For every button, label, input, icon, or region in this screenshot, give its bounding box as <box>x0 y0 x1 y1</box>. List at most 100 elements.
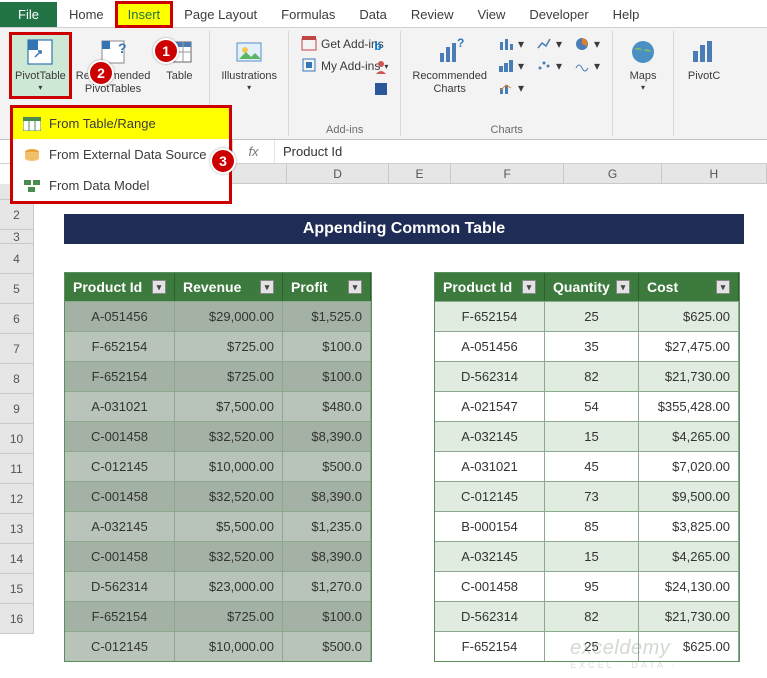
row-header[interactable]: 10 <box>0 424 34 454</box>
data-model-icon <box>23 179 41 193</box>
table-row[interactable]: D-56231482$21,730.00 <box>435 361 739 391</box>
pie-chart-button[interactable]: ▾ <box>568 33 606 55</box>
col-header[interactable]: H <box>662 164 767 184</box>
col-header[interactable]: F <box>451 164 564 184</box>
table-row[interactable]: F-652154$725.00$100.0 <box>65 331 371 361</box>
table-row[interactable]: F-65215425$625.00 <box>435 301 739 331</box>
filter-dropdown-icon[interactable]: ▾ <box>348 280 362 294</box>
table-row[interactable]: C-012145$10,000.00$500.0 <box>65 451 371 481</box>
table-cell: $100.0 <box>283 361 371 391</box>
table-1-header-profit[interactable]: Profit▾ <box>283 273 371 301</box>
tab-formulas[interactable]: Formulas <box>269 2 347 27</box>
table-row[interactable]: F-652154$725.00$100.0 <box>65 361 371 391</box>
row-header[interactable]: 6 <box>0 304 34 334</box>
recommended-charts-button[interactable]: ? Recommended Charts <box>407 33 492 99</box>
from-data-model-label: From Data Model <box>49 178 149 193</box>
table-row[interactable]: C-001458$32,520.00$8,390.0 <box>65 541 371 571</box>
row-header[interactable]: 13 <box>0 514 34 544</box>
formula-input[interactable]: Product Id <box>275 144 767 159</box>
table-row[interactable]: C-001458$32,520.00$8,390.0 <box>65 481 371 511</box>
row-header[interactable]: 7 <box>0 334 34 364</box>
recommended-pivottables-button[interactable]: ? Recommended PivotTables <box>71 33 156 98</box>
table-cell: $1,525.0 <box>283 301 371 331</box>
table-1-header-revenue[interactable]: Revenue▾ <box>175 273 283 301</box>
tab-home[interactable]: Home <box>57 2 116 27</box>
from-external-data-item[interactable]: From External Data Source <box>13 139 229 170</box>
tab-page-layout[interactable]: Page Layout <box>172 2 269 27</box>
table-row[interactable]: A-03214515$4,265.00 <box>435 421 739 451</box>
maps-button[interactable]: Maps ▾ <box>619 33 667 95</box>
table-row[interactable]: C-012145$10,000.00$500.0 <box>65 631 371 661</box>
table-row[interactable]: C-001458$32,520.00$8,390.0 <box>65 421 371 451</box>
pivotchart-button[interactable]: PivotC <box>680 33 728 86</box>
bing-maps-button[interactable]: b <box>368 35 394 57</box>
table-2-header-productid[interactable]: Product Id▾ <box>435 273 545 301</box>
pivottable-icon <box>24 36 56 68</box>
tab-review[interactable]: Review <box>399 2 466 27</box>
filter-dropdown-icon[interactable]: ▾ <box>260 280 274 294</box>
row-header[interactable]: 16 <box>0 604 34 634</box>
column-chart-button[interactable]: ▾ <box>492 33 530 55</box>
col-header[interactable]: E <box>389 164 451 184</box>
table-2-header-cost[interactable]: Cost▾ <box>639 273 739 301</box>
tab-view[interactable]: View <box>465 2 517 27</box>
row-header[interactable]: 9 <box>0 394 34 424</box>
table-row[interactable]: A-05145635$27,475.00 <box>435 331 739 361</box>
row-header[interactable]: 3 <box>0 230 34 244</box>
table-row[interactable]: A-03102145$7,020.00 <box>435 451 739 481</box>
tab-developer[interactable]: Developer <box>517 2 600 27</box>
table-cell: A-051456 <box>435 331 545 361</box>
tab-data[interactable]: Data <box>347 2 398 27</box>
surface-chart-button[interactable]: ▾ <box>568 55 606 77</box>
row-header[interactable]: 15 <box>0 574 34 604</box>
table-row[interactable]: A-02154754$355,428.00 <box>435 391 739 421</box>
table-row[interactable]: D-56231482$21,730.00 <box>435 601 739 631</box>
table-2: Product Id▾ Quantity▾ Cost▾ F-65215425$6… <box>434 272 740 662</box>
table-row[interactable]: A-03214515$4,265.00 <box>435 541 739 571</box>
row-header[interactable]: 11 <box>0 454 34 484</box>
fx-label[interactable]: fx <box>233 140 275 163</box>
filter-dropdown-icon[interactable]: ▾ <box>616 280 630 294</box>
tab-insert[interactable]: Insert <box>116 2 173 27</box>
hierarchy-chart-button[interactable]: ▾ <box>492 55 530 77</box>
table-cell: $4,265.00 <box>639 421 739 451</box>
title-banner: Appending Common Table <box>64 214 744 244</box>
row-header[interactable]: 12 <box>0 484 34 514</box>
pivottable-dropdown: From Table/Range From External Data Sour… <box>10 105 232 204</box>
table-row[interactable]: A-031021$7,500.00$480.0 <box>65 391 371 421</box>
from-table-range-item[interactable]: From Table/Range <box>13 108 229 139</box>
table-row[interactable]: B-00015485$3,825.00 <box>435 511 739 541</box>
table-cell: $725.00 <box>175 601 283 631</box>
table-row[interactable]: F-652154$725.00$100.0 <box>65 601 371 631</box>
row-header[interactable]: 8 <box>0 364 34 394</box>
table-1-header-productid[interactable]: Product Id▾ <box>65 273 175 301</box>
table-row[interactable]: D-562314$23,000.00$1,270.0 <box>65 571 371 601</box>
filter-dropdown-icon[interactable]: ▾ <box>716 280 730 294</box>
row-header[interactable]: 5 <box>0 274 34 304</box>
tab-file[interactable]: File <box>0 2 57 27</box>
table-cell: 73 <box>545 481 639 511</box>
pivottable-button[interactable]: PivotTable ▾ <box>10 33 71 98</box>
people-graph-button[interactable] <box>368 57 394 79</box>
table-row[interactable]: A-051456$29,000.00$1,525.0 <box>65 301 371 331</box>
table-2-header-quantity[interactable]: Quantity▾ <box>545 273 639 301</box>
combo-chart-button[interactable]: ▾ <box>492 77 530 99</box>
filter-dropdown-icon[interactable]: ▾ <box>152 280 166 294</box>
col-header[interactable]: D <box>287 164 388 184</box>
table-row[interactable]: F-65215425$625.00 <box>435 631 739 661</box>
filter-dropdown-icon[interactable]: ▾ <box>522 280 536 294</box>
table-row[interactable]: A-032145$5,500.00$1,235.0 <box>65 511 371 541</box>
line-chart-button[interactable]: ▾ <box>530 33 568 55</box>
col-header[interactable]: G <box>564 164 661 184</box>
table-row[interactable]: C-01214573$9,500.00 <box>435 481 739 511</box>
scatter-chart-button[interactable]: ▾ <box>530 55 568 77</box>
tab-help[interactable]: Help <box>601 2 652 27</box>
row-header[interactable]: 4 <box>0 244 34 274</box>
visio-button[interactable] <box>368 79 394 101</box>
from-data-model-item[interactable]: From Data Model <box>13 170 229 201</box>
table-row[interactable]: C-00145895$24,130.00 <box>435 571 739 601</box>
row-header[interactable]: 2 <box>0 200 34 230</box>
table-cell: $725.00 <box>175 361 283 391</box>
row-header[interactable]: 14 <box>0 544 34 574</box>
illustrations-button[interactable]: Illustrations ▾ <box>216 33 282 95</box>
